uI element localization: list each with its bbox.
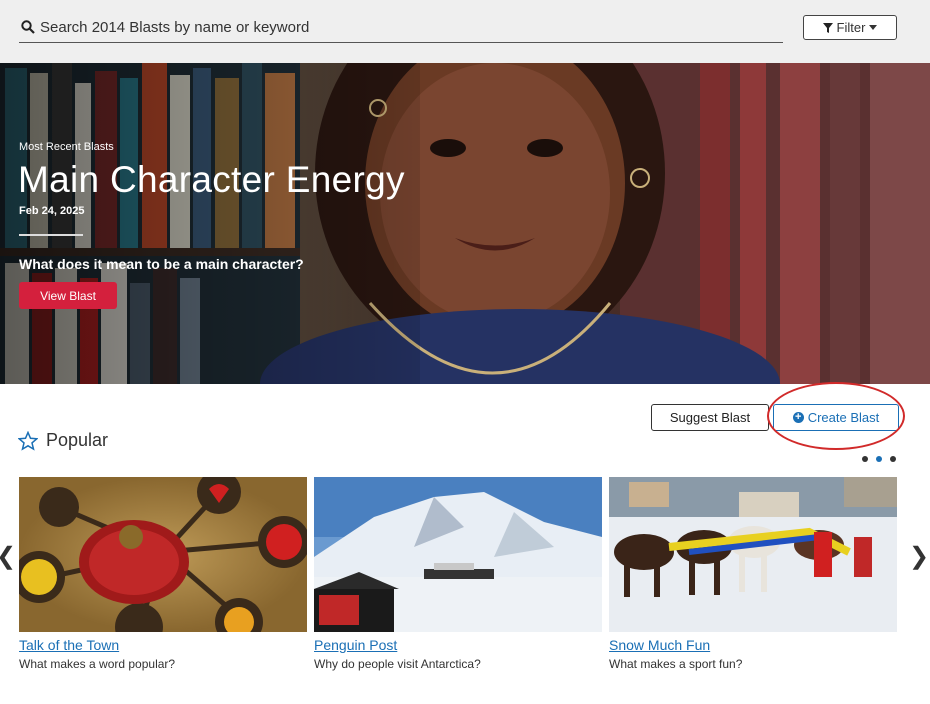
filter-icon: [822, 22, 833, 33]
card-subtitle: Why do people visit Antarctica?: [314, 657, 481, 671]
carousel-dots[interactable]: [862, 456, 896, 462]
star-icon: [18, 430, 38, 451]
chevron-down-icon: [869, 25, 878, 30]
carousel-dot-active[interactable]: [876, 456, 882, 462]
search-input[interactable]: [40, 16, 740, 38]
popular-heading: Popular: [18, 430, 108, 451]
view-blast-button[interactable]: View Blast: [19, 282, 117, 309]
card-image-skijoring[interactable]: [609, 477, 897, 632]
hero-date: Feb 24, 2025: [19, 205, 85, 217]
hero-banner: Most Recent Blasts Main Character Energy…: [0, 63, 930, 384]
filter-button[interactable]: Filter: [803, 15, 897, 40]
annotation-circle: [767, 382, 905, 450]
search-bar[interactable]: [19, 12, 783, 43]
top-bar: Filter: [0, 0, 930, 63]
hero-kicker: Most Recent Blasts: [19, 141, 114, 153]
card-subtitle: What makes a sport fun?: [609, 657, 743, 671]
suggest-blast-button[interactable]: Suggest Blast: [651, 404, 769, 431]
blast-card[interactable]: Penguin Post Why do people visit Antarct…: [314, 477, 602, 671]
hero-overlay: [0, 63, 420, 384]
card-title[interactable]: Penguin Post: [314, 637, 602, 653]
carousel-dot[interactable]: [862, 456, 868, 462]
hero-title: Main Character Energy: [18, 159, 405, 200]
card-image-brain[interactable]: [19, 477, 307, 632]
chevron-right-icon[interactable]: ❯: [909, 542, 929, 571]
hero-question: What does it mean to be a main character…: [19, 256, 304, 272]
card-image-antarctica[interactable]: [314, 477, 602, 632]
card-subtitle: What makes a word popular?: [19, 657, 176, 671]
filter-label: Filter: [836, 20, 866, 35]
hero-divider: [19, 234, 83, 236]
blast-card[interactable]: Talk of the Town What makes a word popul…: [19, 477, 307, 671]
card-title[interactable]: Snow Much Fun: [609, 637, 897, 653]
search-icon: [21, 20, 35, 34]
blast-card[interactable]: Snow Much Fun What makes a sport fun?: [609, 477, 897, 671]
carousel-dot[interactable]: [890, 456, 896, 462]
section-title: Popular: [46, 430, 109, 450]
card-title[interactable]: Talk of the Town: [19, 637, 307, 653]
chevron-left-icon[interactable]: ❮: [0, 542, 16, 571]
